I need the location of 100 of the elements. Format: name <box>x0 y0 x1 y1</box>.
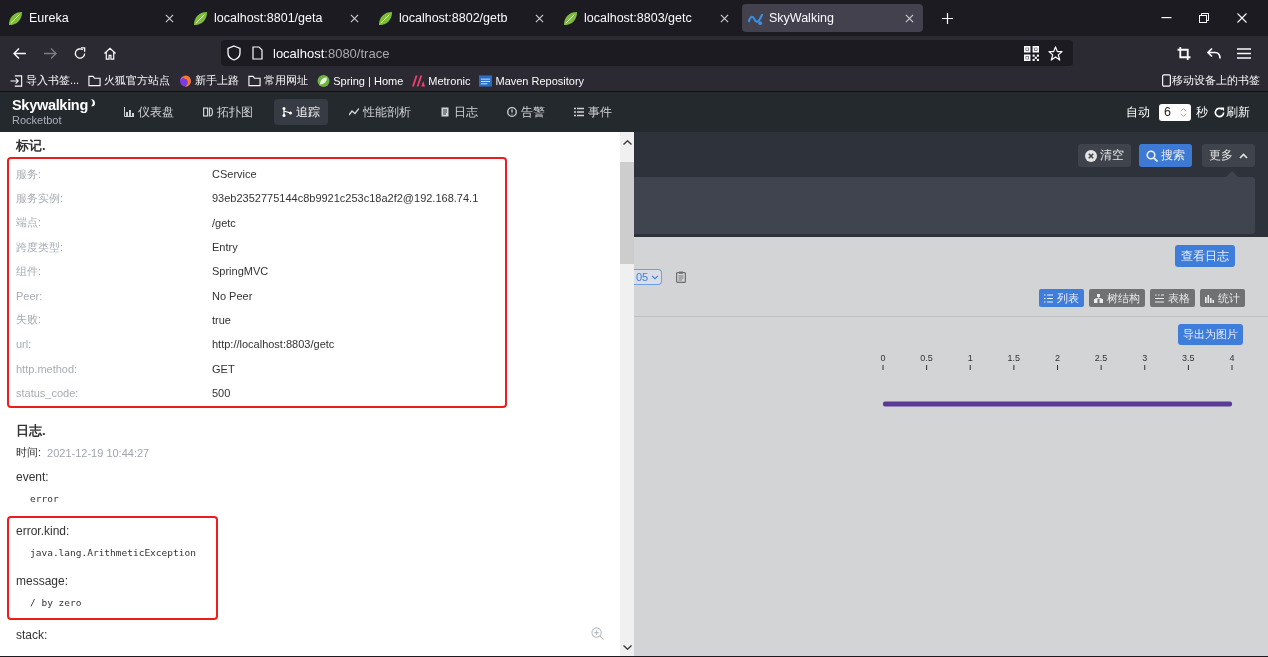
tag-label: status_code: <box>16 386 80 399</box>
field-key: message: <box>16 569 69 592</box>
clear-button[interactable]: 清空 <box>1078 144 1131 167</box>
restore-icon[interactable] <box>1199 13 1209 23</box>
tag-value: true <box>212 313 231 326</box>
undo-arrow-icon[interactable] <box>1207 46 1221 60</box>
chevron-up-icon[interactable] <box>622 140 632 145</box>
minimize-icon[interactable] <box>1160 17 1172 19</box>
field-key: event: <box>16 465 49 488</box>
tag-label: 失败: <box>16 312 43 328</box>
alert-icon <box>507 107 517 117</box>
tag-label: 端点: <box>16 215 43 231</box>
tag-label: Peer: <box>16 289 44 302</box>
bookmark[interactable]: 火狐官方站点 <box>88 73 171 88</box>
scrollbar-thumb[interactable] <box>620 162 634 264</box>
bookmark[interactable]: Spring | Home <box>317 74 404 87</box>
crop-icon[interactable] <box>1177 46 1191 60</box>
bookmark[interactable]: 导入书签... <box>10 73 80 88</box>
browser-tab[interactable]: localhost:8803/getc <box>557 4 738 32</box>
browser-tab[interactable]: Eureka <box>2 4 183 32</box>
table-icon <box>1155 293 1164 303</box>
more-button[interactable]: 更多 <box>1202 144 1255 167</box>
browser-tab[interactable]: SkyWalking <box>742 4 923 32</box>
close-icon[interactable] <box>165 13 174 23</box>
tag-value: 93eb2352775144c8b9921c253c18a2f2@192.168.74.1 <box>212 192 479 205</box>
leaf-icon <box>193 10 208 26</box>
time-label: 时间: <box>16 445 42 461</box>
tag-value: No Peer <box>212 289 253 302</box>
folder-icon <box>248 74 262 87</box>
leaf-icon <box>317 74 331 87</box>
peaks-icon <box>412 74 426 87</box>
tick-label: 3.5 <box>1182 353 1195 363</box>
tag-label: url: <box>16 338 33 351</box>
menu-icon[interactable] <box>1237 46 1251 60</box>
span-bar[interactable] <box>883 401 1232 407</box>
plus-icon[interactable] <box>941 11 954 25</box>
view-logs-button[interactable]: 查看日志 <box>1175 245 1235 267</box>
bookmark[interactable]: 常用网址 <box>248 73 309 88</box>
back-arrow-icon[interactable] <box>13 46 27 60</box>
nav-item[interactable]: 性能剖析 <box>341 99 419 125</box>
nav-item[interactable]: 事件 <box>566 99 620 125</box>
swoosh-icon <box>89 98 96 108</box>
reload-icon[interactable] <box>73 46 87 60</box>
phone-icon <box>1162 74 1171 87</box>
nav-item[interactable]: 拓扑图 <box>195 99 261 125</box>
round-logo-icon <box>179 74 193 87</box>
field-key: error.kind: <box>16 519 70 542</box>
forward-arrow-icon[interactable] <box>43 46 57 60</box>
number-input[interactable]: 6 <box>1159 103 1191 121</box>
logo-subtitle: Rocketbot <box>12 114 62 126</box>
shield-icon <box>227 45 241 61</box>
search-icon <box>1146 149 1158 162</box>
chevron-down-icon[interactable] <box>622 645 632 650</box>
nav-item[interactable]: 告警 <box>499 99 553 125</box>
tag-label: 组件: <box>16 263 43 279</box>
trend-line-icon <box>349 107 359 117</box>
nav-item[interactable]: 追踪 <box>274 99 328 125</box>
logo-text: Skywalking <box>12 98 88 113</box>
tick-label: 0.5 <box>920 353 933 363</box>
address-field[interactable]: localhost:8080/trace <box>221 40 1073 66</box>
browser-tab[interactable]: localhost:8801/geta <box>187 4 368 32</box>
qr-code-icon[interactable] <box>1024 45 1039 61</box>
view-tab[interactable]: 统计 <box>1200 289 1245 307</box>
view-tab[interactable]: 表格 <box>1150 289 1195 307</box>
leaf-icon <box>378 10 393 26</box>
bookmark[interactable]: 移动设备上的书签 <box>1162 73 1260 88</box>
home-icon[interactable] <box>103 46 117 60</box>
bookmark[interactable]: Maven Repository <box>479 74 585 87</box>
search-button[interactable]: 搜索 <box>1139 144 1192 167</box>
tick-label: 4 <box>1229 353 1235 363</box>
browser-tab[interactable]: localhost:8802/getb <box>372 4 553 32</box>
bookmark[interactable]: Metronic <box>412 74 471 87</box>
tick-label: 0 <box>880 353 886 363</box>
bar-chart-icon <box>1205 293 1214 303</box>
tag-value: SpringMVC <box>212 265 269 278</box>
folder-icon <box>88 74 102 87</box>
star-icon[interactable] <box>1048 45 1063 61</box>
field-value: java.lang.ArithmeticException <box>30 545 196 560</box>
close-icon[interactable] <box>905 13 914 23</box>
tag-value: /getc <box>212 216 236 229</box>
badge-icon <box>479 74 493 87</box>
unit-label: 秒 <box>1196 103 1208 121</box>
refresh-button[interactable]: 刷新 <box>1214 103 1250 121</box>
export-button[interactable]: 导出为图片 <box>1178 324 1243 345</box>
field-value: / by zero <box>30 595 82 610</box>
close-icon[interactable] <box>720 13 729 23</box>
time-value: 2021-12-19 10:44:27 <box>47 446 150 459</box>
tag-value: http://localhost:8803/getc <box>212 338 335 351</box>
close-icon[interactable] <box>350 13 359 23</box>
view-tab[interactable]: 树结构 <box>1089 289 1145 307</box>
view-tab[interactable]: 列表 <box>1039 289 1084 307</box>
clipboard-icon[interactable] <box>676 271 686 283</box>
x-circle-icon <box>1085 149 1097 162</box>
nav-item[interactable]: 仪表盘 <box>116 99 182 125</box>
branch-icon <box>282 107 292 117</box>
nav-item[interactable]: 日志 <box>432 99 486 125</box>
field-key: stack: <box>16 623 48 646</box>
close-icon[interactable] <box>535 13 544 23</box>
bookmark[interactable]: 新手上路 <box>179 73 240 88</box>
tick-label: 2 <box>1055 353 1060 363</box>
